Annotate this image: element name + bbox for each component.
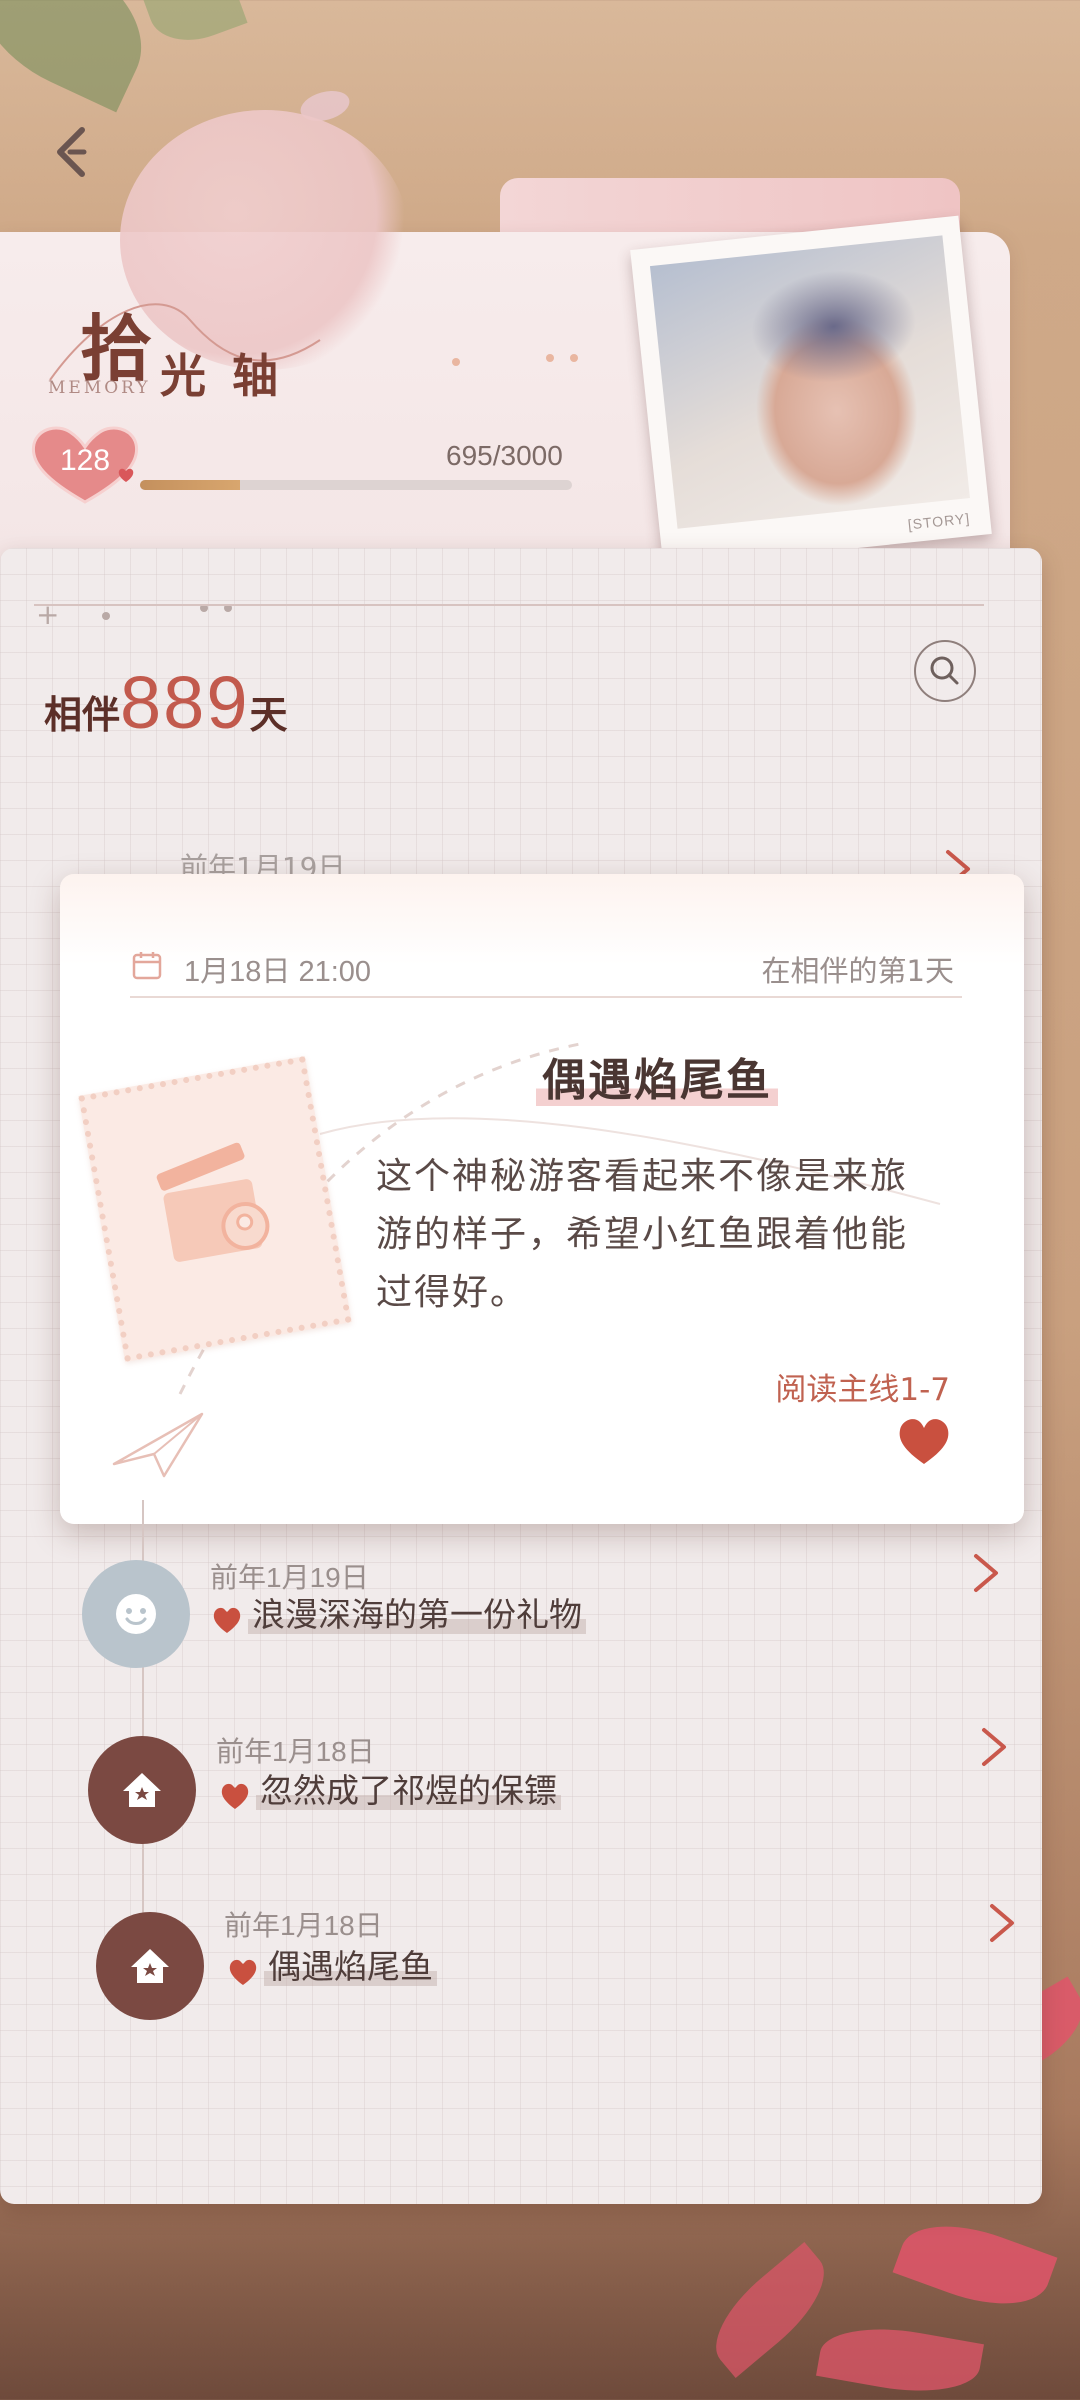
search-button[interactable] (914, 640, 976, 702)
divider (130, 996, 962, 998)
home-icon (131, 1949, 169, 1983)
calendar-icon (132, 952, 162, 980)
stamp-image (78, 1056, 352, 1362)
memory-title: 偶遇焰尾鱼 (536, 1044, 778, 1108)
affection-level-value: 128 (59, 444, 111, 477)
back-arrow-icon (57, 127, 87, 177)
chevron-right-icon[interactable] (968, 1548, 1004, 1598)
photo-label: [STORY] (907, 510, 971, 533)
memory-day-label: 在相伴的第1天 (761, 954, 954, 988)
memory-datetime: 1月18日 21:00 (184, 956, 372, 988)
chevron-right-icon[interactable] (976, 1722, 1012, 1772)
companion-prefix: 相伴 (44, 692, 121, 737)
background-leaf (0, 0, 167, 113)
companion-suffix: 天 (249, 692, 288, 737)
timeline-item-title-text: 偶遇焰尾鱼 (264, 1947, 437, 1986)
back-button[interactable] (44, 122, 104, 182)
decor-plus: + (36, 598, 60, 631)
timeline-item-title-text: 忽然成了祁煜的保镖 (256, 1771, 561, 1810)
smiley-icon (116, 1594, 156, 1634)
favorite-heart-icon[interactable] (896, 1416, 952, 1466)
home-icon (123, 1773, 161, 1807)
decor-dot (452, 358, 460, 366)
character-photo (649, 235, 970, 529)
page-title-english: MEMORY (48, 378, 151, 398)
background-leaf (142, 0, 248, 54)
affection-level-badge[interactable]: 128 (26, 422, 144, 506)
divider (34, 604, 984, 606)
background-flower (816, 2316, 984, 2400)
story-photo-card[interactable]: [STORY] (630, 215, 992, 569)
heart-icon (213, 1607, 241, 1633)
timeline-item-avatar (96, 1912, 204, 2020)
memory-title-text: 偶遇焰尾鱼 (536, 1055, 778, 1106)
read-main-story-link[interactable]: 阅读主线1-7 (775, 1364, 950, 1409)
companion-days-number: 889 (120, 661, 250, 744)
timeline-item-date: 前年1月18日 (224, 1910, 383, 1941)
memory-description: 这个神秘游客看起来不像是来旅游的样子，希望小红鱼跟着他能过得好。 (376, 1156, 909, 1313)
paper-plane-icon (112, 1412, 204, 1478)
timeline-item-title: 忽然成了祁煜的保镖 (256, 1764, 561, 1812)
heart-icon (221, 1783, 249, 1809)
background-flower (892, 2206, 1058, 2324)
affection-progress-fill (140, 480, 241, 490)
companion-days: 相伴889天 (44, 660, 288, 745)
chevron-right-icon[interactable] (984, 1898, 1020, 1948)
affection-progress-bar (140, 480, 572, 490)
heart-icon (229, 1959, 257, 1985)
clapperboard-icon (156, 1142, 270, 1262)
page-subtitle: 光轴 (160, 349, 304, 403)
memory-detail-card[interactable]: 1月18日 21:00 在相伴的第1天 偶遇焰尾鱼 这个神秘游客看起来不像是来旅… (60, 874, 1024, 1524)
timeline-item-title-text: 浪漫深海的第一份礼物 (248, 1595, 586, 1634)
search-icon (930, 656, 959, 685)
decor-dot (102, 612, 110, 620)
decor-dot (546, 354, 554, 362)
affection-progress-text: 695/3000 (446, 440, 563, 471)
timeline-item-avatar (82, 1560, 190, 1668)
timeline-item-title: 浪漫深海的第一份礼物 (248, 1588, 586, 1636)
timeline-item-title: 偶遇焰尾鱼 (264, 1940, 437, 1988)
timeline-item-avatar (88, 1736, 196, 1844)
decor-dot (570, 354, 578, 362)
